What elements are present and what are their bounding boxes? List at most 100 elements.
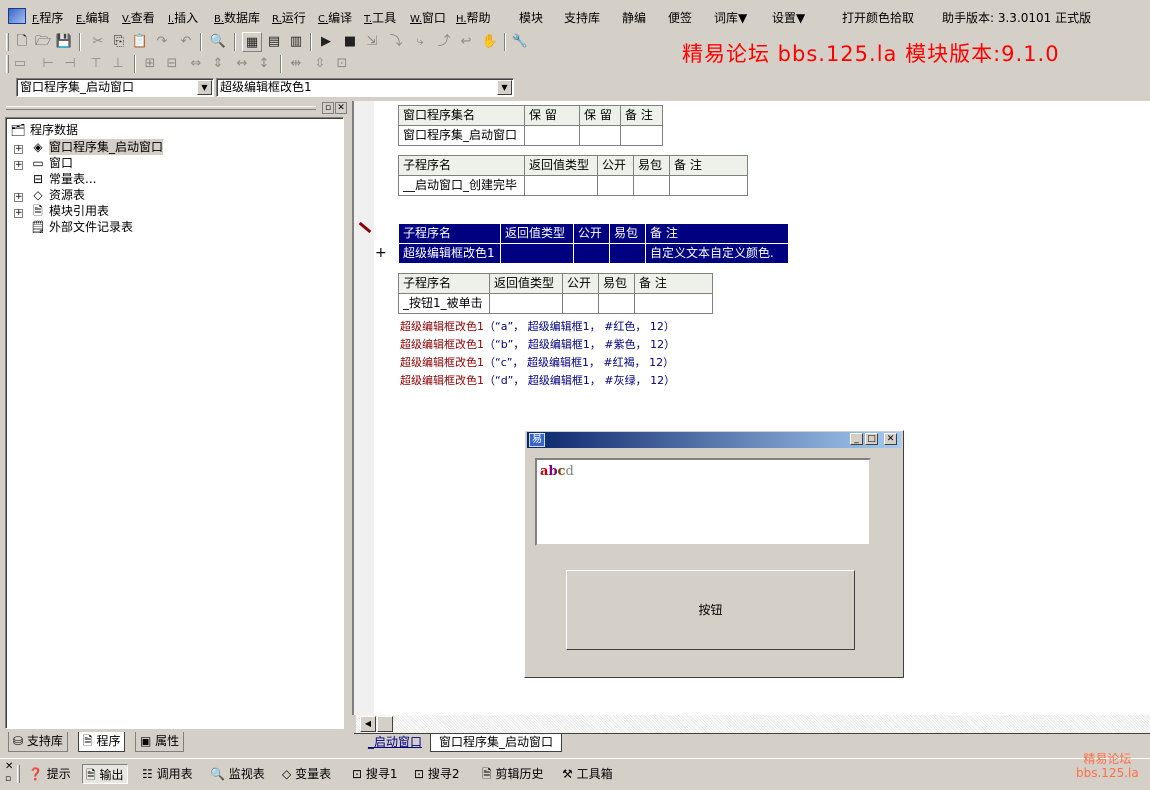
scroll-left-icon[interactable]: ◀: [360, 716, 376, 732]
space-v-icon[interactable]: ↕: [254, 54, 274, 74]
rich-edit-box[interactable]: abcd: [535, 458, 871, 546]
expand-icon[interactable]: +: [14, 145, 23, 154]
tab-call-stack[interactable]: ☷ 调用表: [142, 764, 193, 784]
table-cell[interactable]: [609, 243, 646, 264]
layout-2-icon[interactable]: ▤: [264, 32, 284, 52]
step-into-icon[interactable]: ⤵: [386, 32, 406, 52]
expand-icon[interactable]: +: [14, 161, 23, 170]
tree-item-module-refs[interactable]: 模块引用表: [49, 203, 109, 219]
code-line[interactable]: 超级编辑框改色1（“a”， 超级编辑框1， #红色， 12）: [400, 318, 675, 334]
table-cell[interactable]: [579, 125, 621, 146]
code-line[interactable]: 超级编辑框改色1（“c”， 超级编辑框1， #红褐， 12）: [400, 354, 674, 370]
menu-lexicon[interactable]: 词库▼: [714, 9, 747, 26]
restore-icon[interactable]: ▫: [5, 775, 11, 784]
same-height-icon[interactable]: ⇕: [208, 54, 228, 74]
new-file-icon[interactable]: 🗋: [12, 32, 32, 52]
menu-module[interactable]: 模块: [519, 9, 543, 26]
step-out-icon[interactable]: ⤴: [434, 32, 454, 52]
close-icon[interactable]: ✕: [335, 102, 347, 114]
table-cell[interactable]: [524, 175, 598, 196]
table-cell[interactable]: [597, 175, 634, 196]
menu-program[interactable]: F.程序: [32, 9, 63, 26]
tab-support-lib[interactable]: ⛁ 支持库: [8, 732, 68, 752]
scroll-thumb[interactable]: [377, 716, 393, 732]
table-cell[interactable]: __启动窗口_创建完毕: [398, 175, 525, 196]
tab-clip-history[interactable]: 🗎 剪辑历史: [482, 764, 544, 784]
table-cell[interactable]: [524, 125, 580, 146]
undo-icon[interactable]: ↶: [176, 32, 196, 52]
tab-search-1[interactable]: ⊡ 搜寻1: [352, 764, 398, 784]
tree-item-window[interactable]: 窗口: [49, 155, 73, 171]
table-cell[interactable]: [669, 175, 748, 196]
subprogram-combo[interactable]: 超级编辑框改色1 ▼: [216, 78, 514, 97]
center-form-v-icon[interactable]: ⇳: [310, 54, 330, 74]
menu-window[interactable]: W.窗口: [410, 9, 446, 26]
horizontal-scrollbar[interactable]: ◀: [356, 715, 1150, 733]
expand-icon[interactable]: +: [14, 193, 23, 202]
chevron-down-icon[interactable]: ▼: [497, 80, 512, 95]
editor-gutter[interactable]: [354, 101, 374, 715]
assistant-icon[interactable]: 🔧: [510, 32, 530, 52]
table-cell[interactable]: _按钮1_被单击: [398, 293, 490, 314]
stop-icon[interactable]: ■: [340, 32, 360, 52]
open-file-icon[interactable]: 🗁: [33, 32, 53, 52]
table-cell[interactable]: [633, 175, 670, 196]
run-to-cursor-icon[interactable]: ↩: [456, 32, 476, 52]
program-tree[interactable]: 🗂 程序数据 + ◈ 窗口程序集_启动窗口 + ▭ 窗口 ⊟ 常量表... + …: [5, 117, 344, 729]
align-left-icon[interactable]: ⊢: [38, 54, 58, 74]
tab-output[interactable]: 🗎 输出: [82, 764, 128, 784]
center-form-icon[interactable]: ⊡: [332, 54, 352, 74]
center-v-icon[interactable]: ⊟: [162, 54, 182, 74]
hand-icon[interactable]: ✋: [480, 32, 500, 52]
table-cell[interactable]: [562, 293, 599, 314]
copy-icon[interactable]: ⎘: [109, 32, 129, 52]
menu-insert[interactable]: I.插入: [168, 9, 198, 26]
menu-run[interactable]: R.运行: [272, 9, 306, 26]
subprogram-table-startup[interactable]: 子程序名 返回值类型 公开 易包 备 注 __启动窗口_创建完毕: [398, 155, 748, 196]
window-set-table[interactable]: 窗口程序集名 保 留 保 留 备 注 窗口程序集_启动窗口: [398, 105, 663, 146]
table-cell[interactable]: [598, 293, 635, 314]
tab-search-2[interactable]: ⊡ 搜寻2: [414, 764, 460, 784]
align-bottom-icon[interactable]: ⊥: [108, 54, 128, 74]
center-h-icon[interactable]: ⊞: [140, 54, 160, 74]
subprogram-table-button-click[interactable]: 子程序名 返回值类型 公开 易包 备 注 _按钮1_被单击: [398, 273, 713, 314]
menu-help[interactable]: H.帮助: [456, 9, 491, 26]
table-cell[interactable]: [489, 293, 563, 314]
menu-tools[interactable]: T.工具: [364, 9, 396, 26]
table-cell[interactable]: [573, 243, 610, 264]
menu-color-picker[interactable]: 打开颜色拾取: [842, 9, 914, 26]
table-cell[interactable]: [634, 293, 713, 314]
button-1[interactable]: 按钮: [566, 570, 855, 650]
subprogram-table-recolor[interactable]: 子程序名 返回值类型 公开 易包 备 注 超级编辑框改色1 自定义文本自定义颜色…: [398, 223, 789, 264]
menu-notes[interactable]: 便签: [668, 9, 692, 26]
doc-tab-window-set[interactable]: 窗口程序集_启动窗口: [430, 734, 563, 752]
save-icon[interactable]: 💾: [54, 32, 74, 52]
table-cell[interactable]: 自定义文本自定义颜色.: [645, 243, 789, 264]
running-window-titlebar[interactable]: 易: [527, 432, 901, 448]
same-width-icon[interactable]: ⇔: [186, 54, 206, 74]
menu-settings[interactable]: 设置▼: [772, 9, 805, 26]
step-over-icon[interactable]: ⤷: [410, 32, 430, 52]
table-cell[interactable]: 超级编辑框改色1: [398, 243, 501, 264]
table-cell[interactable]: [620, 125, 663, 146]
code-line[interactable]: 超级编辑框改色1（“b”， 超级编辑框1， #紫色， 12）: [400, 336, 675, 352]
tree-item-resources[interactable]: 资源表: [49, 187, 85, 203]
align-right-icon[interactable]: ⊣: [60, 54, 80, 74]
tab-program[interactable]: 🗎 程序: [78, 732, 126, 752]
table-cell[interactable]: 窗口程序集_启动窗口: [398, 125, 525, 146]
center-form-h-icon[interactable]: ⇹: [286, 54, 306, 74]
close-icon[interactable]: ✕: [884, 433, 897, 445]
tree-item-constants[interactable]: 常量表...: [49, 171, 96, 187]
toolbar-grip[interactable]: [6, 33, 9, 51]
debug-step-icon[interactable]: ⇲: [362, 32, 382, 52]
tab-variables[interactable]: ◇ 变量表: [282, 764, 331, 784]
close-icon[interactable]: ✕: [5, 762, 13, 772]
layout-1-icon[interactable]: ▦: [242, 32, 262, 52]
code-line[interactable]: 超级编辑框改色1（“d”， 超级编辑框1， #灰绿， 12）: [400, 372, 675, 388]
run-icon[interactable]: ▶: [316, 32, 336, 52]
redo-icon[interactable]: ↷: [152, 32, 172, 52]
window-set-combo[interactable]: 窗口程序集_启动窗口 ▼: [16, 78, 214, 97]
find-icon[interactable]: 🔍: [208, 32, 228, 52]
menu-database[interactable]: B.数据库: [214, 9, 260, 26]
menu-static-compile[interactable]: 静编: [622, 9, 646, 26]
